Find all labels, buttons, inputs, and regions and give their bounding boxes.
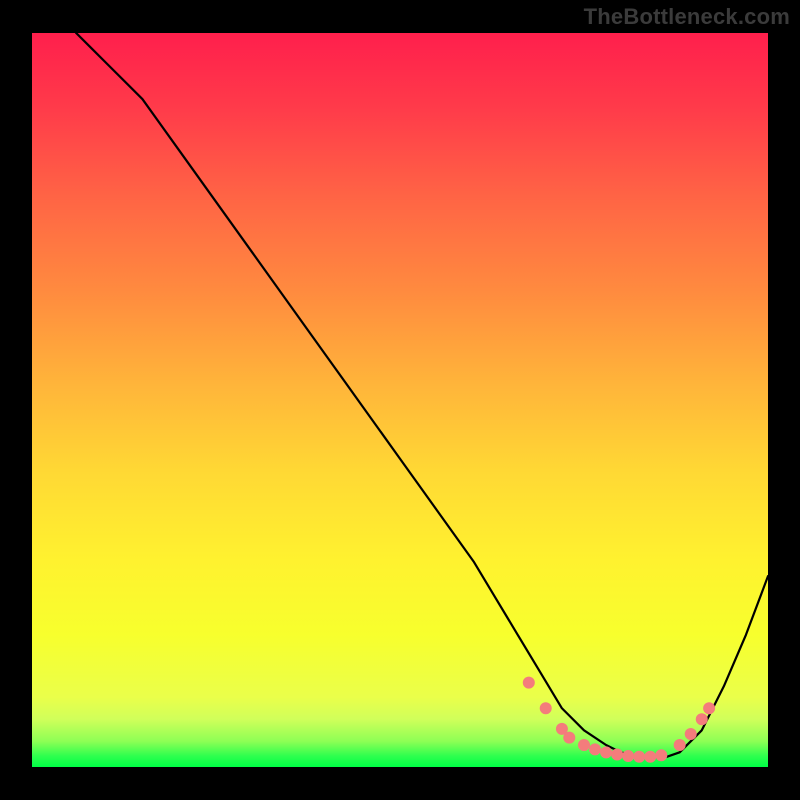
gradient-background [32,33,768,767]
highlight-dot [633,751,645,763]
highlight-dot [622,750,634,762]
bottleneck-chart [0,0,800,800]
chart-stage: TheBottleneck.com [0,0,800,800]
highlight-dot [589,743,601,755]
highlight-dot [703,702,715,714]
highlight-dot [674,739,686,751]
highlight-dot [685,728,697,740]
highlight-dot [578,739,590,751]
watermark-text: TheBottleneck.com [584,4,790,30]
highlight-dot [696,713,708,725]
highlight-dot [523,677,535,689]
highlight-dot [644,751,656,763]
highlight-dot [563,732,575,744]
highlight-dot [611,749,623,761]
highlight-dot [600,746,612,758]
highlight-dot [655,749,667,761]
highlight-dot [540,702,552,714]
